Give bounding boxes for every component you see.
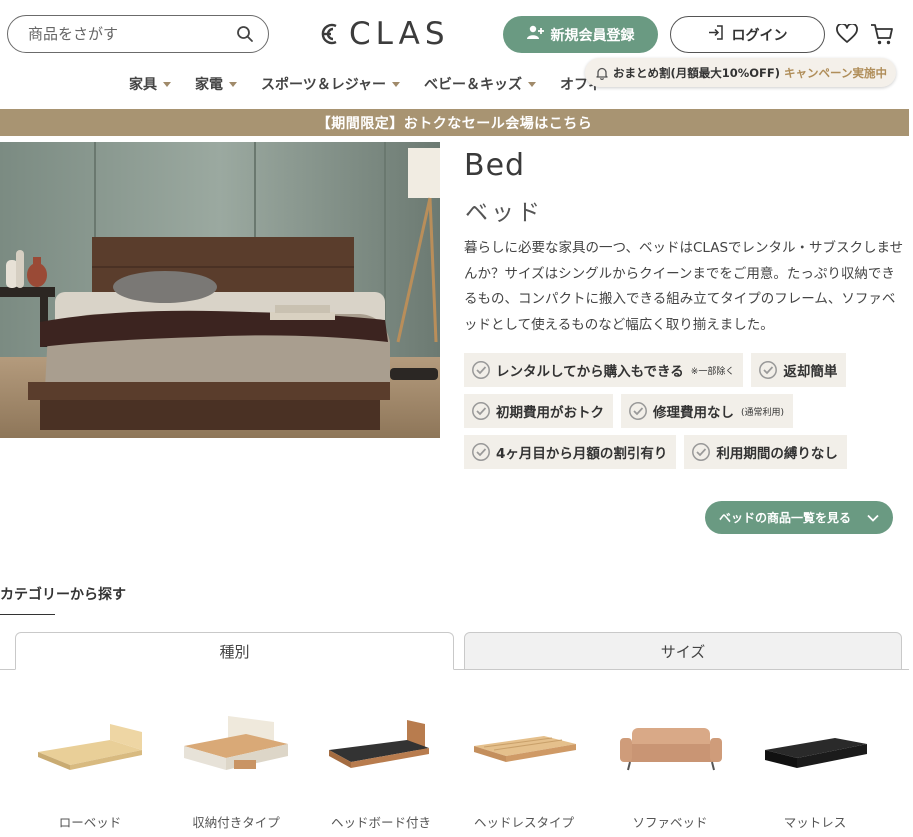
nav-item-appliances[interactable]: 家電 [195,74,237,94]
benefit-tag: 修理費用なし (通常利用) [621,394,794,428]
main-nav: 家具 家電 スポーツ＆レジャー ベビー＆キッズ オフィ [129,74,602,94]
cart-icon[interactable] [870,22,894,46]
category-description: 暮らしに必要な家具の一つ、ベッドはCLASでレンタル・サブスクしませんか？サイズ… [464,240,904,333]
product-type-low-bed[interactable]: ローベッド [20,700,160,830]
site-logo[interactable]: CLAS [316,16,450,52]
check-circle-icon [471,401,491,421]
tab-size[interactable]: サイズ [464,632,902,670]
headless-bed-image [454,700,594,790]
check-circle-icon [758,360,778,380]
product-type-label: 収納付きタイプ [192,815,280,830]
dropdown-caret-icon [392,81,401,87]
check-circle-icon [471,442,491,462]
sofa-bed-image [600,700,740,790]
benefit-tag: 利用期間の縛りなし [684,435,847,469]
bed-hero-image [0,142,440,438]
page-title-en: Bed [464,148,526,183]
nav-item-sports[interactable]: スポーツ＆レジャー [261,74,401,94]
register-label: 新規会員登録 [550,27,635,44]
title-underline [0,614,55,615]
product-type-sofa-bed[interactable]: ソファベッド [600,700,740,830]
search-input[interactable] [26,24,236,44]
benefit-tag: 初期費用がおトク [464,394,613,428]
page-title-ja: ベッド [465,200,543,226]
benefit-tag: レンタルしてから購入もできる ※一部除く [464,353,744,387]
product-type-headboard[interactable]: ヘッドボード付き [311,700,451,830]
nav-item-baby-kids[interactable]: ベビー＆キッズ [424,74,537,94]
login-button[interactable]: ログイン [670,16,825,53]
login-icon [708,25,724,44]
view-bed-list-button[interactable]: ベッドの商品一覧を見る [705,501,893,534]
register-button[interactable]: 新規会員登録 [503,16,658,53]
benefit-tags: レンタルしてから購入もできる ※一部除く 返却簡単 初期費用がおトク 修理費用なし… [464,353,909,469]
chevron-down-icon [867,511,879,525]
dropdown-caret-icon [528,81,537,87]
benefit-tag: 返却簡単 [751,353,847,387]
product-type-label: マットレス [783,815,847,830]
product-type-mattress[interactable]: マットレス [745,700,885,830]
dropdown-caret-icon [229,81,237,87]
product-type-label: ヘッドボード付き [330,815,431,830]
add-user-icon [526,25,544,44]
product-type-label: ヘッドレスタイプ [473,815,574,830]
mattress-image [745,700,885,790]
campaign-tooltip[interactable]: おまとめ割(月額最大10%OFF) キャンペーン実施中 [585,58,896,87]
category-section-title: カテゴリーから探す [0,587,126,603]
tab-type[interactable]: 種別 [15,632,454,670]
nav-item-furniture[interactable]: 家具 [129,74,171,94]
favorites-heart-icon[interactable] [836,24,858,44]
campaign-accent: キャンペーン実施中 [784,65,887,80]
benefit-tag: 4ヶ月目から月額の割引有り [464,435,677,469]
low-bed-image [20,700,160,790]
check-circle-icon [691,442,711,462]
product-type-label: ソファベッド [632,815,708,830]
product-type-label: ローベッド [58,815,122,830]
sale-banner[interactable]: 【期間限定】おトクなセール会場はこちら [0,109,909,136]
search-icon[interactable] [236,25,254,43]
campaign-text: おまとめ割(月額最大10%OFF) [613,65,781,80]
search-box[interactable] [7,15,269,53]
product-type-storage[interactable]: 収納付きタイプ [166,700,306,830]
headboard-bed-image [311,700,451,790]
check-circle-icon [628,401,648,421]
check-circle-icon [471,360,491,380]
storage-bed-image [166,700,306,790]
view-bed-list-label: ベッドの商品一覧を見る [718,511,851,525]
bell-icon [595,66,609,80]
logo-text: CLAS [349,16,450,52]
dropdown-caret-icon [163,81,171,87]
logo-mark-icon [316,19,340,49]
product-type-headless[interactable]: ヘッドレスタイプ [454,700,594,830]
login-label: ログイン [731,27,788,44]
